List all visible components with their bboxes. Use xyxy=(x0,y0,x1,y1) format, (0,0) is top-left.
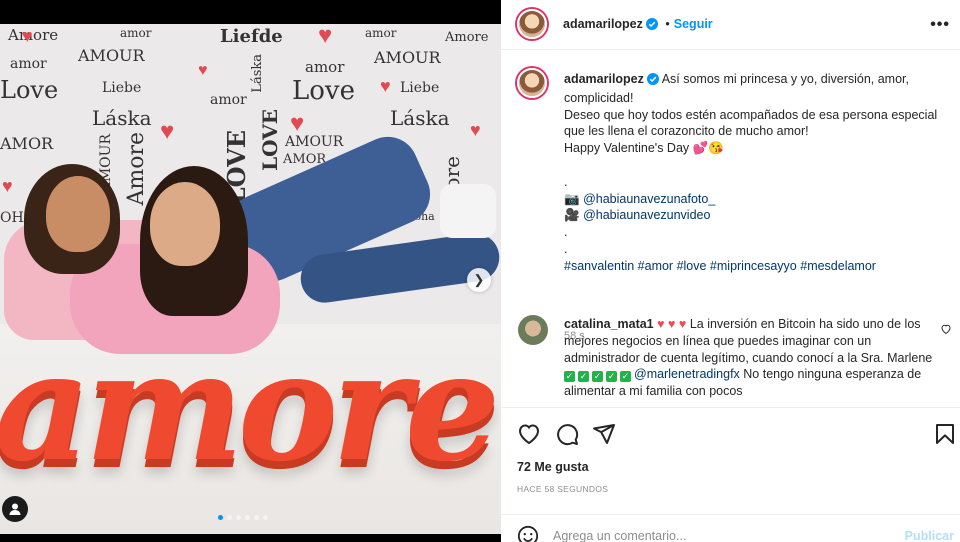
carousel-dot xyxy=(227,515,232,520)
wall-word: Amore xyxy=(8,26,59,44)
check-emoji: ✓ xyxy=(564,371,575,383)
post-panel: adamarilopez • Seguir ••• adamarilopez As… xyxy=(501,0,960,542)
wall-word: LOVE xyxy=(258,109,282,171)
carousel-dot xyxy=(254,515,259,520)
wall-word: Love xyxy=(0,76,59,104)
caption-dot: . xyxy=(564,241,568,256)
comments-area[interactable]: adamarilopez Así somos mi princesa y yo,… xyxy=(501,51,960,407)
add-comment-bar: Publicar xyxy=(501,514,960,542)
wall-word: Liebe xyxy=(400,80,440,96)
follow-button[interactable]: Seguir xyxy=(674,17,713,31)
more-options-icon[interactable]: ••• xyxy=(930,16,950,34)
wall-heart: ♥ xyxy=(290,110,305,137)
caption-text xyxy=(564,157,944,174)
comment-bubble-icon[interactable] xyxy=(555,422,579,446)
commenter-username[interactable]: catalina_mata1 xyxy=(564,317,654,331)
carousel-dot xyxy=(263,515,268,520)
wall-word: amor xyxy=(365,26,397,40)
caption-text: Deseo que hoy todos estén acompañados de… xyxy=(564,107,938,139)
wall-word: AMOR xyxy=(0,134,54,153)
video-camera-icon: 🎥 xyxy=(564,208,580,223)
verified-badge-icon xyxy=(645,18,658,33)
post-actions: 72 Me gusta HACE 58 SEGUNDOS xyxy=(501,407,960,507)
wall-word: AMOUR xyxy=(374,48,441,67)
post-media[interactable]: Amore amor Liefde amor Amore AMOUR amor … xyxy=(0,0,501,542)
girl-face xyxy=(150,182,220,266)
video-credit-mention[interactable]: @habiaunavezunvideo xyxy=(583,208,710,222)
header-separator: • xyxy=(665,17,670,31)
publish-button[interactable]: Publicar xyxy=(905,529,954,542)
author-avatar[interactable] xyxy=(517,9,547,39)
amore-sculpture: amore xyxy=(0,319,500,495)
wall-word: Liebe xyxy=(102,80,142,96)
commenter-avatar[interactable] xyxy=(518,315,548,345)
comment-hearts-emoji: ♥ ♥ ♥ xyxy=(657,317,687,331)
wall-heart: ♥ xyxy=(160,118,175,145)
wall-word: AMOUR xyxy=(78,46,145,65)
caption-dot: . xyxy=(564,225,568,240)
wall-word: Love xyxy=(292,76,355,106)
check-emoji: ✓ xyxy=(578,371,589,383)
wall-heart: ♥ xyxy=(470,120,481,140)
post-age: HACE 58 SEGUNDOS xyxy=(517,484,609,494)
wall-word: amor xyxy=(10,56,47,72)
wall-heart: ♥ xyxy=(22,26,33,46)
comment-checks: ✓ ✓ ✓ ✓ ✓ xyxy=(564,367,634,383)
caption-text: Happy Valentine's Day 💕😘 xyxy=(564,141,724,156)
woman-face xyxy=(46,176,110,252)
header-user-row: adamarilopez • Seguir xyxy=(563,17,713,33)
wall-heart: ♥ xyxy=(318,24,333,49)
like-heart-icon[interactable] xyxy=(517,422,541,446)
caption-username[interactable]: adamarilopez xyxy=(564,72,644,86)
carousel-dot xyxy=(218,515,223,520)
wall-word: Liefde xyxy=(220,26,283,47)
caption-avatar[interactable] xyxy=(517,68,547,98)
carousel-dot xyxy=(236,515,241,520)
camera-icon: 📷 xyxy=(564,191,580,206)
wall-word: amor xyxy=(120,26,152,40)
check-emoji: ✓ xyxy=(592,371,603,383)
wall-word: Amore xyxy=(124,132,149,206)
post-caption: adamarilopez Así somos mi princesa y yo,… xyxy=(564,71,944,275)
save-bookmark-icon[interactable] xyxy=(933,422,957,446)
caption-text: . xyxy=(564,174,568,189)
wall-heart: ♥ xyxy=(2,176,13,196)
carousel-indicator xyxy=(218,515,268,520)
video-credit-line: 🎥 @habiaunavezunvideo xyxy=(564,207,944,224)
photo-credit-mention[interactable]: @habiaunavezunafoto_ xyxy=(583,192,715,206)
wall-word: amor xyxy=(210,92,247,108)
post-header: adamarilopez • Seguir ••• xyxy=(501,0,960,50)
emoji-icon[interactable] xyxy=(517,525,539,542)
author-username[interactable]: adamarilopez xyxy=(563,17,643,31)
wall-word: Láska xyxy=(250,54,265,93)
comment-item: catalina_mata1 ♥ ♥ ♥ La inversión en Bit… xyxy=(564,316,936,400)
wall-word: Amore xyxy=(445,30,489,45)
share-paper-plane-icon[interactable] xyxy=(592,422,616,446)
check-emoji: ✓ xyxy=(620,371,631,383)
wall-heart: ♥ xyxy=(380,76,391,96)
photo-credit-line: 📷 @habiaunavezunafoto_ xyxy=(564,191,944,208)
comment-mention[interactable]: @marlenetradingfx xyxy=(634,367,740,381)
wall-word: Láska xyxy=(390,106,450,130)
add-comment-input[interactable] xyxy=(553,529,883,542)
caption-first-line: adamarilopez Así somos mi princesa y yo,… xyxy=(564,71,944,107)
carousel-dot xyxy=(245,515,250,520)
wall-heart: ♥ xyxy=(198,62,208,79)
post-photo[interactable]: Amore amor Liefde amor Amore AMOUR amor … xyxy=(0,24,501,534)
likes-count[interactable]: 72 Me gusta xyxy=(517,460,589,474)
wall-word: amor xyxy=(305,58,345,76)
wall-word: Láska xyxy=(92,106,152,130)
next-image-button[interactable]: ❯ xyxy=(467,268,491,292)
user-icon xyxy=(9,503,21,515)
white-sneakers xyxy=(440,184,496,238)
check-emoji: ✓ xyxy=(606,371,617,383)
caption-hashtags[interactable]: #sanvalentin #amor #love #miprincesayyo … xyxy=(564,259,876,273)
tagged-users-button[interactable] xyxy=(2,496,28,522)
like-comment-heart-icon[interactable] xyxy=(940,323,952,338)
chevron-right-icon: ❯ xyxy=(473,272,485,287)
verified-badge-icon xyxy=(646,73,659,90)
